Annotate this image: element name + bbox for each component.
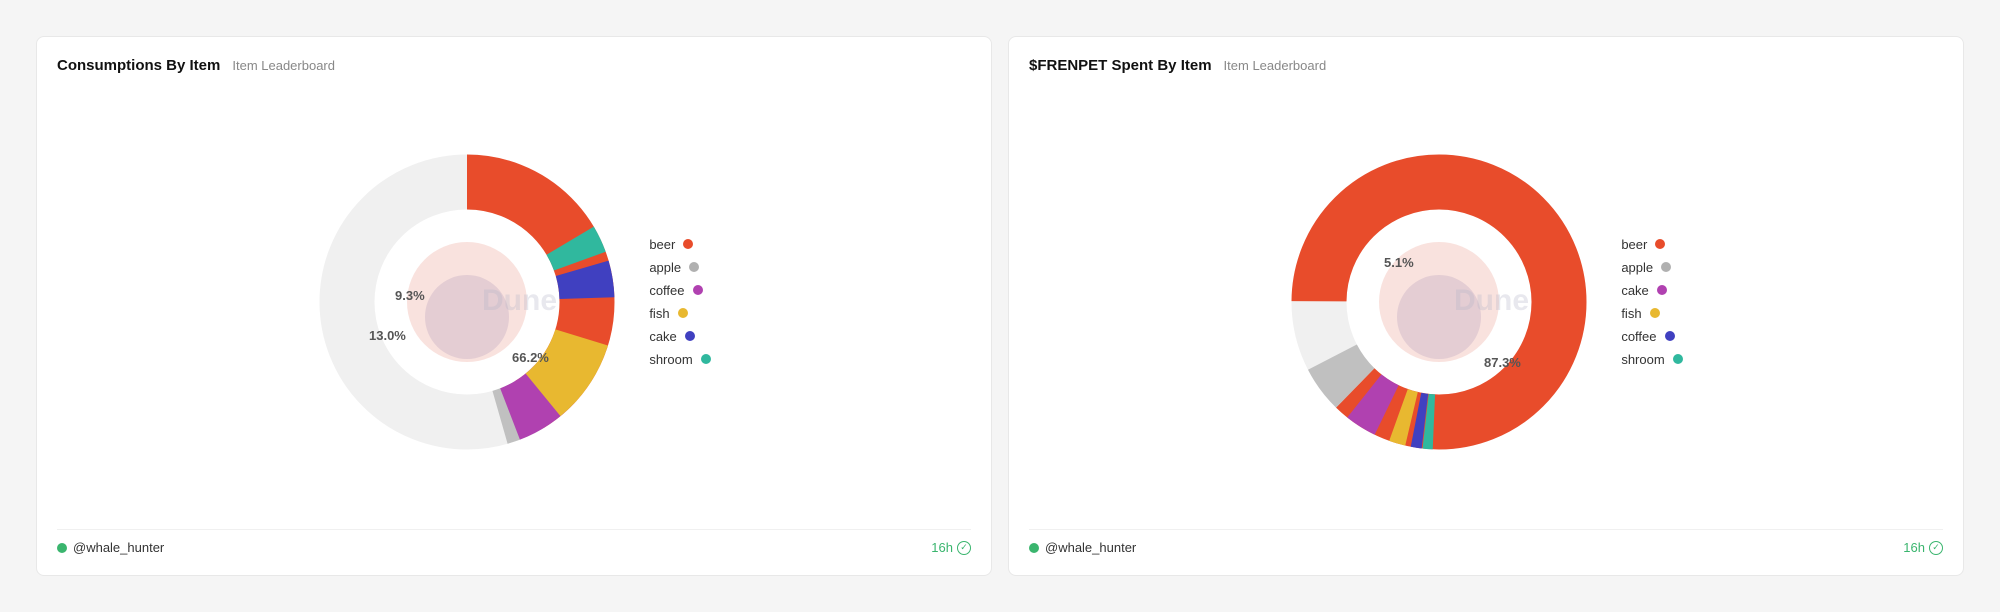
legend-item-cake: cake <box>649 329 710 344</box>
legend-dot-apple <box>1661 262 1671 272</box>
svg-text:5.1%: 5.1% <box>1384 255 1414 270</box>
chart-card-frenpet: $FRENPET Spent By Item Item Leaderboard <box>1008 36 1964 576</box>
legend-item-shroom: shroom <box>1621 352 1682 367</box>
legend-dot-shroom <box>701 354 711 364</box>
legend-dot-shroom <box>1673 354 1683 364</box>
chart-card-consumptions: Consumptions By Item Item Leaderboard <box>36 36 992 576</box>
legend-item-fish: fish <box>649 306 710 321</box>
chart-body-1: Dune 66.2% 9.3% 13.0% beer apple coffee fis… <box>57 90 971 513</box>
legend-label-coffee: coffee <box>649 283 684 298</box>
card-header-2: $FRENPET Spent By Item Item Leaderboard <box>1029 57 1943 74</box>
footer-user-1: @whale_hunter <box>57 540 164 555</box>
donut-chart-2: Dune 87.3% 5.1% <box>1289 152 1589 452</box>
legend-item-coffee: coffee <box>649 283 710 298</box>
legend-item-coffee: coffee <box>1621 329 1682 344</box>
check-icon-1: ✓ <box>957 541 971 555</box>
legend-2: beer apple cake fish coffee shroom <box>1621 237 1682 367</box>
legend-item-shroom: shroom <box>649 352 710 367</box>
legend-dot-coffee <box>693 285 703 295</box>
legend-dot-cake <box>1657 285 1667 295</box>
legend-label-shroom: shroom <box>1621 352 1664 367</box>
legend-dot-beer <box>1655 239 1665 249</box>
legend-label-beer: beer <box>1621 237 1647 252</box>
svg-text:Dune: Dune <box>482 284 557 317</box>
legend-item-beer: beer <box>649 237 710 252</box>
svg-text:66.2%: 66.2% <box>512 350 549 365</box>
legend-1: beer apple coffee fish cake shroom <box>649 237 710 367</box>
charts-container: Consumptions By Item Item Leaderboard <box>20 20 1980 592</box>
legend-item-apple: apple <box>1621 260 1682 275</box>
footer-time-2: 16h ✓ <box>1903 540 1943 555</box>
legend-label-apple: apple <box>649 260 681 275</box>
card-footer-2: @whale_hunter 16h ✓ <box>1029 529 1943 555</box>
footer-time-1: 16h ✓ <box>931 540 971 555</box>
svg-text:13.0%: 13.0% <box>369 328 406 343</box>
legend-item-fish: fish <box>1621 306 1682 321</box>
legend-dot-apple <box>689 262 699 272</box>
footer-user-2: @whale_hunter <box>1029 540 1136 555</box>
chart-subtitle-2: Item Leaderboard <box>1224 58 1327 73</box>
username-2: @whale_hunter <box>1045 540 1136 555</box>
chart-title-1: Consumptions By Item <box>57 57 220 74</box>
legend-dot-coffee <box>1665 331 1675 341</box>
legend-label-coffee: coffee <box>1621 329 1656 344</box>
legend-label-cake: cake <box>1621 283 1648 298</box>
legend-label-cake: cake <box>649 329 676 344</box>
svg-text:87.3%: 87.3% <box>1484 355 1521 370</box>
user-dot-2 <box>1029 543 1039 553</box>
svg-text:9.3%: 9.3% <box>395 288 425 303</box>
legend-dot-beer <box>683 239 693 249</box>
legend-label-apple: apple <box>1621 260 1653 275</box>
time-label-2: 16h <box>1903 540 1925 555</box>
username-1: @whale_hunter <box>73 540 164 555</box>
legend-label-fish: fish <box>649 306 669 321</box>
legend-item-beer: beer <box>1621 237 1682 252</box>
card-header-1: Consumptions By Item Item Leaderboard <box>57 57 971 74</box>
legend-item-cake: cake <box>1621 283 1682 298</box>
legend-item-apple: apple <box>649 260 710 275</box>
svg-text:Dune: Dune <box>1454 284 1529 317</box>
legend-label-beer: beer <box>649 237 675 252</box>
card-footer-1: @whale_hunter 16h ✓ <box>57 529 971 555</box>
donut-chart-1: Dune 66.2% 9.3% 13.0% <box>317 152 617 452</box>
donut-svg-2: Dune 87.3% 5.1% <box>1289 152 1589 452</box>
user-dot-1 <box>57 543 67 553</box>
legend-dot-cake <box>685 331 695 341</box>
legend-label-fish: fish <box>1621 306 1641 321</box>
donut-svg-1: Dune 66.2% 9.3% 13.0% <box>317 152 617 452</box>
legend-label-shroom: shroom <box>649 352 692 367</box>
chart-subtitle-1: Item Leaderboard <box>232 58 335 73</box>
check-icon-2: ✓ <box>1929 541 1943 555</box>
legend-dot-fish <box>678 308 688 318</box>
time-label-1: 16h <box>931 540 953 555</box>
chart-title-2: $FRENPET Spent By Item <box>1029 57 1212 74</box>
legend-dot-fish <box>1650 308 1660 318</box>
chart-body-2: Dune 87.3% 5.1% beer apple cake fish coffee s… <box>1029 90 1943 513</box>
